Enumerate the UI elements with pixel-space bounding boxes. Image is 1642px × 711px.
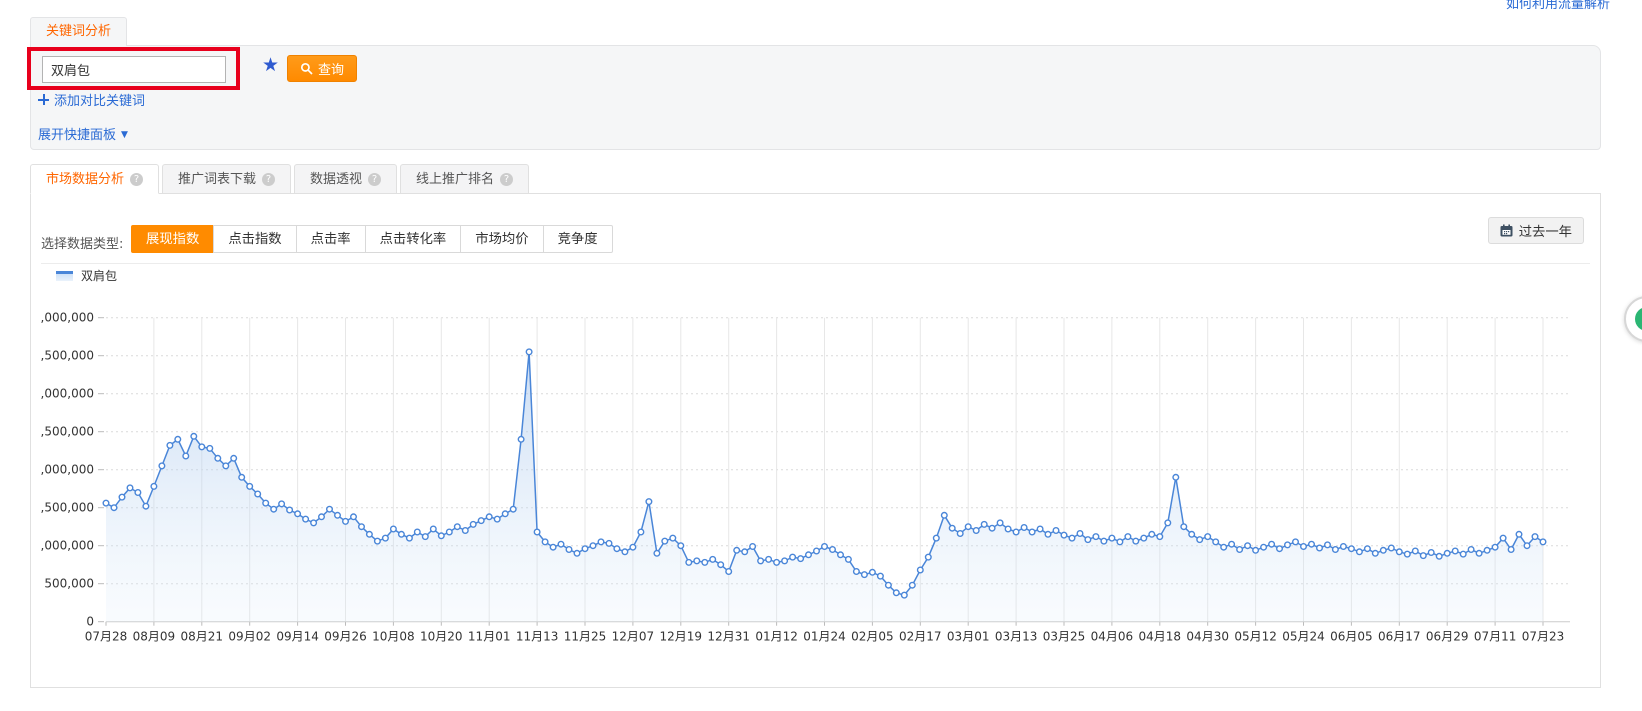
date-range-button[interactable]: 过去一年 (1488, 217, 1584, 244)
svg-text:04月18: 04月18 (1139, 630, 1182, 644)
data-type-option-2[interactable]: 点击率 (296, 225, 366, 253)
chart-legend[interactable]: 双肩包 (56, 267, 117, 284)
svg-text:06月05: 06月05 (1330, 630, 1373, 644)
svg-text:2,500,000: 2,500,000 (41, 425, 94, 439)
svg-text:03月25: 03月25 (1043, 630, 1086, 644)
svg-text:11月01: 11月01 (468, 630, 511, 644)
svg-text:11月13: 11月13 (516, 630, 559, 644)
svg-text:07月11: 07月11 (1474, 630, 1517, 644)
svg-text:02月17: 02月17 (899, 630, 942, 644)
help-question-icon[interactable] (500, 173, 513, 186)
calendar-icon (1500, 224, 1513, 237)
svg-text:07月23: 07月23 (1522, 630, 1565, 644)
svg-text:4,000,000: 4,000,000 (41, 311, 94, 325)
add-compare-label: 添加对比关键词 (54, 90, 145, 109)
data-type-label: 选择数据类型: (41, 233, 123, 252)
plus-icon (38, 94, 49, 105)
data-type-option-4[interactable]: 市场均价 (460, 225, 543, 253)
svg-text:12月19: 12月19 (660, 630, 703, 644)
svg-text:12月07: 12月07 (612, 630, 655, 644)
expand-panel-label: 展开快捷面板 (38, 124, 116, 143)
svg-text:09月14: 09月14 (276, 630, 319, 644)
tab-keyword-analysis[interactable]: 关键词分析 (30, 17, 127, 46)
svg-text:01月12: 01月12 (755, 630, 798, 644)
floating-widget-icon (1635, 307, 1642, 331)
help-question-icon[interactable] (130, 173, 143, 186)
svg-text:02月05: 02月05 (851, 630, 894, 644)
analysis-tab-label: 线上推广排名 (416, 165, 494, 194)
help-link[interactable]: 如何利用流量解析 (1506, 0, 1610, 12)
svg-text:04月06: 04月06 (1091, 630, 1134, 644)
svg-text:1,000,000: 1,000,000 (41, 539, 94, 553)
svg-text:1,500,000: 1,500,000 (41, 501, 94, 515)
analysis-tabs: 市场数据分析 推广词表下载 数据透视 线上推广排名 (30, 164, 529, 194)
svg-text:03月01: 03月01 (947, 630, 990, 644)
svg-text:01月24: 01月24 (803, 630, 846, 644)
analysis-tab-label: 数据透视 (310, 165, 362, 194)
svg-text:06月29: 06月29 (1426, 630, 1469, 644)
legend-label: 双肩包 (81, 267, 117, 284)
favorite-star-icon[interactable] (262, 54, 279, 76)
svg-text:12月31: 12月31 (707, 630, 750, 644)
svg-text:2,000,000: 2,000,000 (41, 463, 94, 477)
svg-text:03月13: 03月13 (995, 630, 1038, 644)
trend-chart: 0 500,000 1,000,000 1,500,000 2,000,000 2,500… (41, 289, 1586, 665)
analysis-tab-label: 推广词表下载 (178, 165, 256, 194)
data-type-option-1[interactable]: 点击指数 (213, 225, 296, 253)
svg-text:11月25: 11月25 (564, 630, 607, 644)
svg-text:08月09: 08月09 (133, 630, 176, 644)
expand-quick-panel-link[interactable]: 展开快捷面板 (38, 124, 128, 143)
floating-widget-button[interactable] (1624, 296, 1642, 342)
svg-text:08月21: 08月21 (181, 630, 224, 644)
query-button[interactable]: 查询 (287, 55, 357, 82)
data-type-option-5[interactable]: 竞争度 (543, 225, 613, 253)
help-question-icon[interactable] (368, 173, 381, 186)
legend-swatch-icon (56, 271, 73, 281)
svg-text:0: 0 (86, 615, 94, 629)
data-type-option-0[interactable]: 展现指数 (131, 225, 214, 253)
divider (41, 263, 1590, 264)
market-data-panel: 选择数据类型: 展现指数点击指数点击率点击转化率市场均价竞争度 过去一年 双肩包… (30, 193, 1601, 688)
svg-text:07月28: 07月28 (85, 630, 128, 644)
search-icon (300, 62, 313, 75)
analysis-tab-label: 市场数据分析 (46, 165, 124, 194)
analysis-tab-3[interactable]: 线上推广排名 (400, 164, 529, 194)
keyword-input[interactable] (42, 56, 226, 83)
svg-text:3,500,000: 3,500,000 (41, 349, 94, 363)
svg-text:09月02: 09月02 (228, 630, 271, 644)
svg-text:09月26: 09月26 (324, 630, 367, 644)
svg-text:10月08: 10月08 (372, 630, 415, 644)
svg-text:04月30: 04月30 (1186, 630, 1229, 644)
svg-text:500,000: 500,000 (44, 577, 94, 591)
data-type-option-3[interactable]: 点击转化率 (365, 225, 462, 253)
svg-text:3,000,000: 3,000,000 (41, 387, 94, 401)
page: { "page": { "help_link": "如何利用流量解析" }, "… (0, 0, 1642, 711)
svg-text:05月12: 05月12 (1234, 630, 1277, 644)
svg-text:10月20: 10月20 (420, 630, 463, 644)
query-button-label: 查询 (318, 59, 344, 78)
data-type-options: 展现指数点击指数点击率点击转化率市场均价竞争度 (131, 225, 613, 253)
analysis-tab-2[interactable]: 数据透视 (294, 164, 397, 194)
svg-text:06月17: 06月17 (1378, 630, 1421, 644)
analysis-tab-1[interactable]: 推广词表下载 (162, 164, 291, 194)
analysis-tab-0[interactable]: 市场数据分析 (30, 164, 159, 194)
help-question-icon[interactable] (262, 173, 275, 186)
date-range-label: 过去一年 (1519, 221, 1572, 240)
svg-text:05月24: 05月24 (1282, 630, 1325, 644)
chevron-down-icon (121, 126, 128, 141)
add-compare-keyword-link[interactable]: 添加对比关键词 (38, 90, 145, 109)
